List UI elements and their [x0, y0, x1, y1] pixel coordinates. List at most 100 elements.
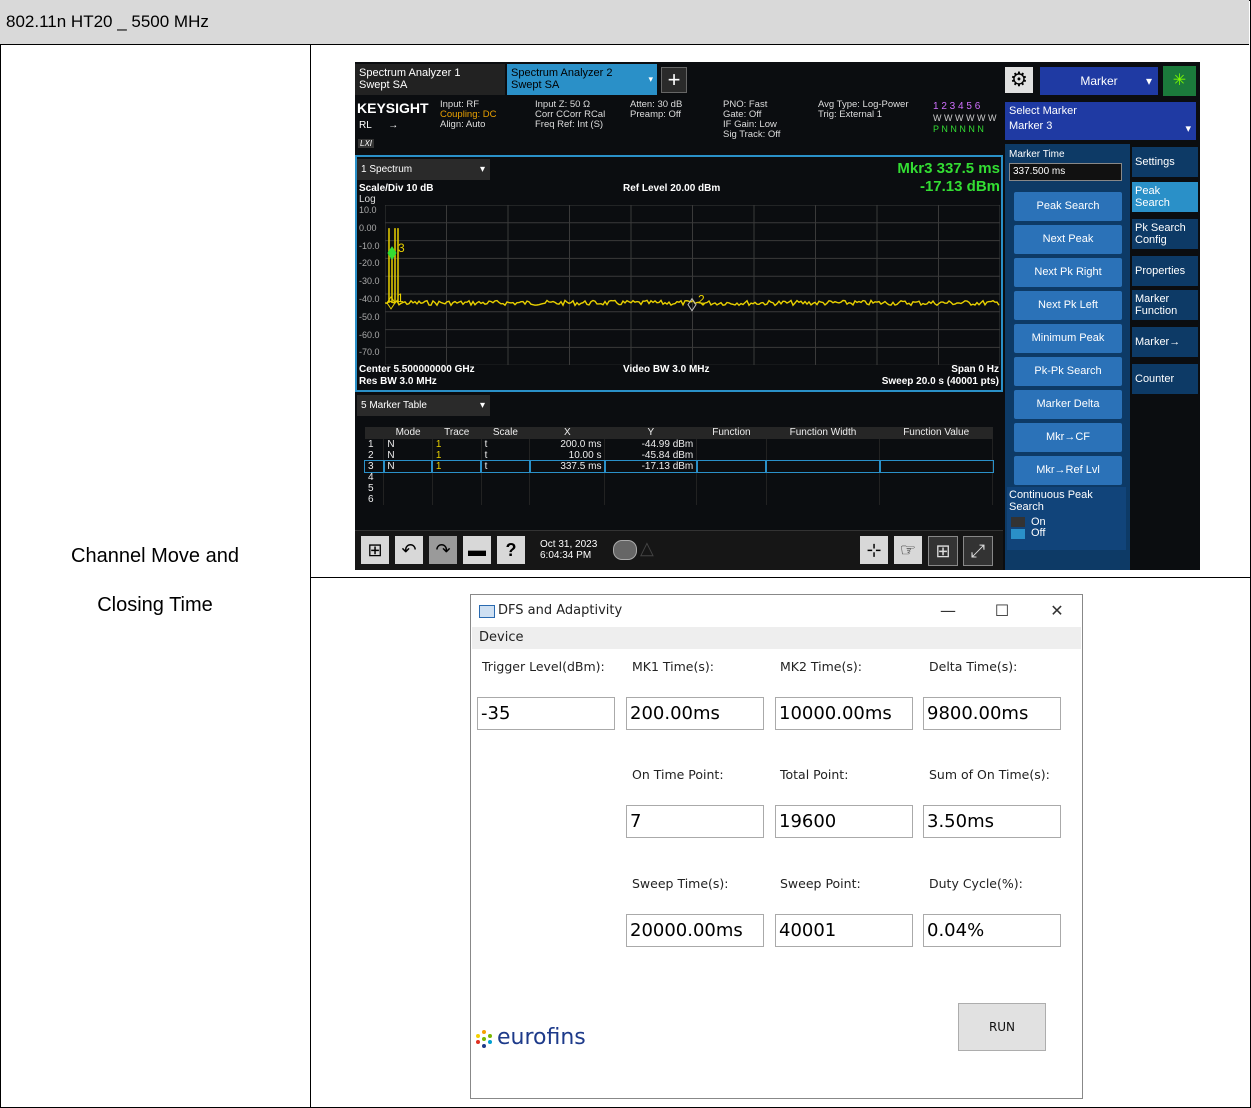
marker-label: 2 [698, 293, 705, 307]
table-cell [766, 472, 881, 483]
run-button[interactable]: RUN [958, 1003, 1046, 1051]
undo-icon[interactable]: ↶ [395, 536, 423, 564]
marker-table[interactable]: Mode Trace Scale X Y Function Function Width Fu… [364, 427, 994, 505]
info-align: Align: Auto [440, 119, 486, 130]
table-row[interactable]: 2 N 1 t 10.00 s -45.84 dBm [365, 450, 993, 461]
side-tab[interactable]: Properties [1132, 256, 1198, 286]
row-label-line1: Channel Move and [71, 545, 239, 567]
window-title: DFS and Adaptivity [498, 603, 623, 618]
message-icon[interactable] [613, 540, 637, 560]
table-row[interactable]: 5 [365, 483, 993, 494]
sweep-time-field[interactable]: 20000.00ms [626, 914, 764, 947]
table-cell: 6 [365, 494, 385, 505]
side-tab[interactable]: Pk Search Config [1132, 219, 1198, 249]
add-tab-button[interactable]: + [661, 67, 687, 93]
table-cell: 2 [365, 450, 385, 461]
sweep-time-label: Sweep Time(s): [632, 876, 729, 891]
table-cell [604, 472, 698, 483]
table-cell [529, 483, 606, 494]
total-point-field[interactable]: 19600 [775, 805, 913, 838]
duty-cycle-label: Duty Cycle(%): [929, 876, 1023, 891]
continuous-peak-search-label: Continuous Peak Search [1009, 489, 1093, 513]
chevron-down-icon: ▾ [479, 164, 485, 175]
multi-window-icon[interactable]: ⊞ [928, 536, 958, 566]
table-cell [383, 483, 433, 494]
table-cell [432, 483, 482, 494]
sweep-point-field[interactable]: 40001 [775, 914, 913, 947]
table-cell [766, 450, 881, 461]
y-tick-label: -10.0 [359, 240, 380, 251]
on-time-point-field[interactable]: 7 [626, 805, 764, 838]
menu-button[interactable]: Mkr→Ref Lvl [1014, 456, 1122, 485]
menu-device[interactable]: Device [479, 630, 523, 645]
table-cell [766, 439, 881, 450]
busy-indicator-icon[interactable]: ✳ [1163, 66, 1196, 96]
res-bw: Res BW 3.0 MHz [359, 376, 437, 387]
sweep: Sweep 20.0 s (40001 pts) [881, 376, 999, 387]
close-icon[interactable]: ✕ [1042, 600, 1072, 624]
table-cell [766, 483, 881, 494]
side-tab[interactable]: Marker→ [1132, 327, 1198, 357]
marker-table-header: Mode Trace Scale X Y Function Function Width Fu… [365, 427, 993, 439]
tab-spectrum-analyzer-1[interactable]: Spectrum Analyzer 1 Swept SA [355, 64, 505, 95]
touch-icon[interactable]: ☞ [894, 536, 922, 564]
info-freqref: Freq Ref: Int (S) [535, 119, 604, 130]
continuous-peak-search-toggle[interactable]: Continuous Peak Search On Off [1007, 487, 1126, 550]
warning-icon[interactable]: △ [640, 538, 654, 559]
tab1-title: Spectrum Analyzer 1 [359, 67, 461, 79]
sum-on-time-field[interactable]: 3.50ms [923, 805, 1061, 838]
maximize-icon[interactable]: ☐ [987, 600, 1017, 624]
table-cell [765, 460, 881, 473]
menu-button[interactable]: Pk-Pk Search [1014, 357, 1122, 386]
duty-cycle-field[interactable]: 0.04% [923, 914, 1061, 947]
table-row[interactable]: 4 [365, 472, 993, 483]
menu-title: Marker [1080, 74, 1118, 88]
side-tab[interactable]: Marker Function [1132, 290, 1198, 320]
table-cell [529, 472, 606, 483]
mk2-time-field[interactable]: 10000.00ms [775, 697, 913, 730]
table-cell: -45.84 dBm [604, 450, 698, 461]
delta-time-field[interactable]: 9800.00ms [923, 697, 1061, 730]
side-tab[interactable]: Peak Search [1132, 182, 1198, 212]
trace-types: W W W W W W [933, 113, 997, 123]
table-cell [879, 450, 993, 461]
eurofins-logo: eurofins [497, 1025, 586, 1050]
spectrum-trace-plot[interactable]: 1 2 3 [385, 205, 1000, 365]
mk1-time-field[interactable]: 200.00ms [626, 697, 764, 730]
windows-icon[interactable]: ⊞ [361, 536, 389, 564]
window-selector-marker-table[interactable]: 5 Marker Table ▾ [357, 395, 490, 416]
table-row[interactable]: 6 [365, 494, 993, 505]
settings-button[interactable]: ⚙ [1005, 67, 1033, 93]
table-cell [878, 460, 994, 473]
minimize-icon[interactable]: — [933, 600, 963, 624]
menu-button[interactable]: Mkr→CF [1014, 423, 1122, 452]
menu-button[interactable]: Marker Delta [1014, 390, 1122, 419]
folder-icon[interactable]: ▬ [463, 536, 491, 564]
y-tick-label: 0.00 [359, 222, 377, 233]
menu-dropdown[interactable]: Marker ▾ [1040, 67, 1158, 95]
menu-button[interactable]: Next Peak [1014, 225, 1122, 254]
tab-spectrum-analyzer-2[interactable]: Spectrum Analyzer 2 Swept SA ▾ [507, 64, 657, 95]
layout-icon[interactable]: ⊹ [860, 536, 888, 564]
marker-label: 3 [398, 241, 405, 255]
help-icon[interactable]: ? [497, 536, 525, 564]
trace-numbers: 1 2 3 4 5 6 [933, 101, 981, 112]
lxi-logo: LXI [358, 139, 375, 148]
select-marker-dropdown[interactable]: Select Marker Marker 3 ▾ [1005, 102, 1196, 140]
redo-icon[interactable]: ↷ [429, 536, 457, 564]
info-trig: Trig: External 1 [818, 109, 883, 120]
menu-button[interactable]: Next Pk Left [1014, 291, 1122, 320]
table-row[interactable]: 3 N 1 t 337.5 ms -17.13 dBm [364, 460, 994, 473]
table-row[interactable]: 1 N 1 t 200.0 ms -44.99 dBm [365, 439, 993, 450]
side-tab[interactable]: Counter [1132, 364, 1198, 394]
window-marker-table-label: 5 Marker Table [361, 400, 427, 411]
menu-button[interactable]: Minimum Peak [1014, 324, 1122, 353]
menu-button[interactable]: Next Pk Right [1014, 258, 1122, 287]
trace-detectors: P N N N N N [933, 124, 984, 134]
trigger-level-input[interactable]: -35 [477, 697, 615, 730]
menu-button[interactable]: Peak Search [1014, 192, 1122, 221]
maximize-icon[interactable]: ⤢ [963, 536, 993, 566]
window-selector-spectrum[interactable]: 1 Spectrum ▾ [357, 159, 490, 180]
marker-time-field[interactable]: 337.500 ms [1009, 163, 1122, 181]
side-tab[interactable]: Settings [1132, 147, 1198, 177]
